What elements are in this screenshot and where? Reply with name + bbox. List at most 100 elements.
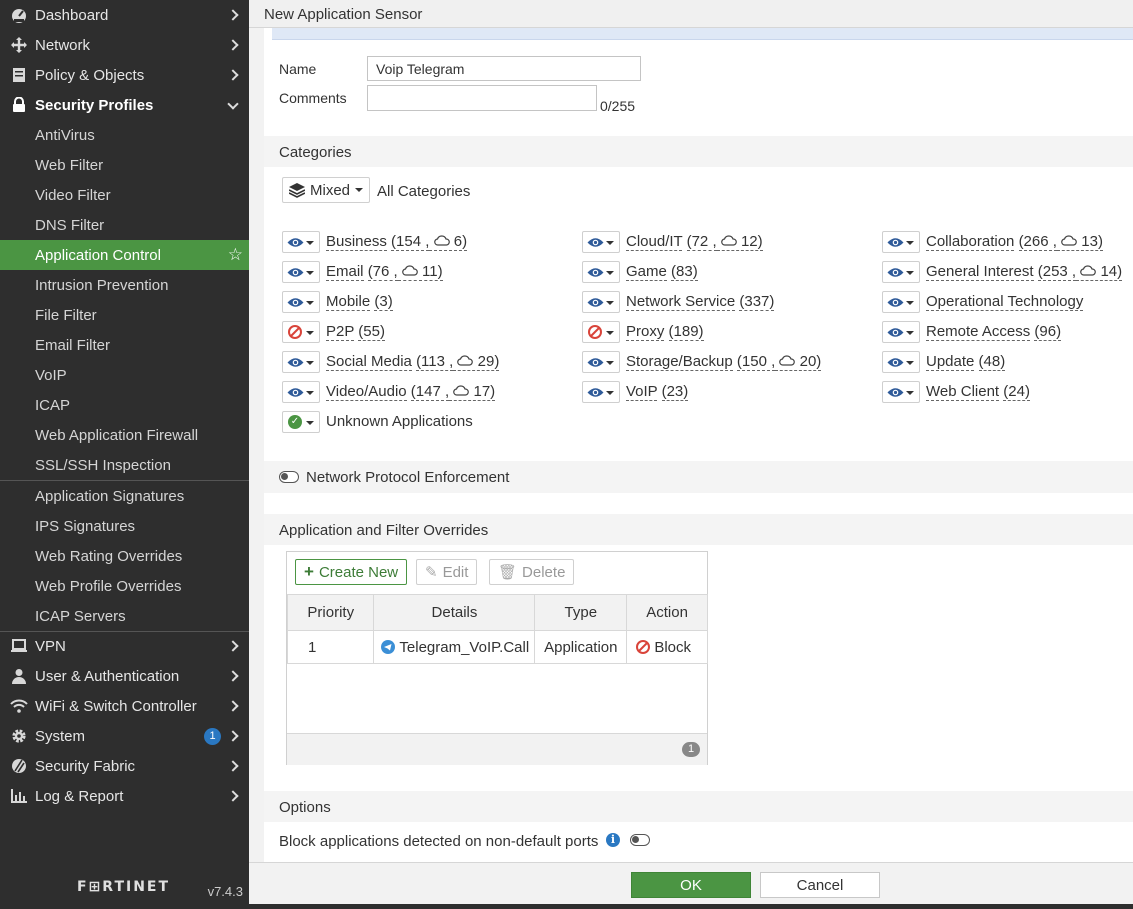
mixed-label: Mixed (310, 181, 351, 199)
nondefault-ports-toggle[interactable] (630, 834, 650, 846)
category-name: Email (326, 263, 364, 281)
chevron-right-icon (227, 640, 239, 652)
nav-icap-servers[interactable]: ICAP Servers (0, 601, 249, 631)
category-action-dropdown[interactable] (282, 261, 320, 283)
category-video-audio[interactable]: Video/Audio (147 , 17) (326, 383, 496, 401)
column-header-priority[interactable]: Priority (286, 594, 375, 631)
column-header-details[interactable]: Details (373, 594, 536, 631)
nav-web-application-firewall[interactable]: Web Application Firewall (0, 420, 249, 450)
name-input[interactable] (367, 56, 641, 81)
category-general-interest[interactable]: General Interest (253 , 14) (926, 263, 1123, 281)
comments-textarea[interactable] (367, 85, 597, 111)
create-new-button[interactable]: + Create New (295, 559, 408, 585)
nav-label: Security Profiles (35, 96, 154, 114)
nav-email-filter[interactable]: Email Filter (0, 330, 249, 360)
nav-security-profiles[interactable]: Security Profiles (0, 90, 249, 120)
category-action-dropdown[interactable] (882, 351, 920, 373)
category-action-dropdown[interactable] (882, 231, 920, 253)
nav-file-filter[interactable]: File Filter (0, 300, 249, 330)
edit-button[interactable]: ✎ Edit (416, 559, 478, 585)
category-operational-technology[interactable]: Operational Technology (926, 293, 1084, 311)
cancel-button[interactable]: Cancel (760, 872, 880, 898)
nav-wifi-switch-controller[interactable]: WiFi & Switch Controller (0, 691, 249, 721)
category-p2p[interactable]: P2P (55) (326, 323, 385, 341)
category-email[interactable]: Email (76 , 11) (326, 263, 443, 281)
category-collaboration[interactable]: Collaboration (266 , 13) (926, 233, 1103, 251)
category-action-dropdown[interactable] (282, 351, 320, 373)
chevron-down-icon (306, 241, 314, 245)
column-header-type[interactable]: Type (534, 594, 628, 631)
category-action-dropdown[interactable] (282, 321, 320, 343)
delete-button[interactable]: 🗑 Delete (489, 559, 575, 585)
eye-icon (587, 237, 604, 247)
category-action-dropdown[interactable] (582, 351, 620, 373)
ok-button[interactable]: OK (631, 872, 751, 898)
category-storage-backup[interactable]: Storage/Backup (150 , 20) (626, 353, 822, 371)
nav-intrusion-prevention[interactable]: Intrusion Prevention (0, 270, 249, 300)
nav-log-report[interactable]: Log & Report (0, 781, 249, 811)
category-web-client[interactable]: Web Client (24) (926, 383, 1030, 401)
category-action-dropdown[interactable] (882, 321, 920, 343)
protocol-enforcement-label: Network Protocol Enforcement (306, 469, 510, 486)
category-action-dropdown[interactable] (582, 381, 620, 403)
column-header-action[interactable]: Action (626, 594, 708, 631)
nav-system[interactable]: System 1 (0, 721, 249, 751)
category-social-media[interactable]: Social Media (113 , 29) (326, 353, 500, 371)
category-action-dropdown[interactable] (882, 291, 920, 313)
table-row[interactable]: 1 Telegram_VoIP.Call Application Block (286, 630, 708, 664)
category-business[interactable]: Business (154 , 6) (326, 233, 468, 251)
nav-ssl-ssh-inspection[interactable]: SSL/SSH Inspection (0, 450, 249, 480)
chevron-right-icon (227, 670, 239, 682)
category-action-dropdown[interactable] (882, 381, 920, 403)
favorite-star-icon[interactable]: ☆ (228, 245, 243, 265)
category-mobile[interactable]: Mobile (3) (326, 293, 393, 311)
wifi-icon (10, 697, 28, 715)
nav-web-filter[interactable]: Web Filter (0, 150, 249, 180)
protocol-enforcement-toggle[interactable] (279, 471, 299, 483)
nav-voip[interactable]: VoIP (0, 360, 249, 390)
category-action-dropdown[interactable] (282, 291, 320, 313)
category-action-dropdown[interactable] (882, 261, 920, 283)
category-network-service[interactable]: Network Service (337) (626, 293, 775, 311)
category-voip[interactable]: VoIP (23) (626, 383, 689, 401)
nav-dns-filter[interactable]: DNS Filter (0, 210, 249, 240)
category-action-dropdown[interactable] (582, 291, 620, 313)
category-action-dropdown[interactable] (582, 321, 620, 343)
trash-icon: 🗑 (498, 564, 518, 581)
nav-application-control[interactable]: Application Control ☆ (0, 240, 249, 270)
nav-user-authentication[interactable]: User & Authentication (0, 661, 249, 691)
category-action-dropdown[interactable]: ✓ (282, 411, 320, 433)
nav-label: Web Application Firewall (35, 426, 199, 444)
category-action-dropdown[interactable] (282, 381, 320, 403)
nav-policy-objects[interactable]: Policy & Objects (0, 60, 249, 90)
category-action-dropdown[interactable] (582, 231, 620, 253)
info-icon[interactable]: i (606, 833, 620, 847)
nav-icap[interactable]: ICAP (0, 390, 249, 420)
nav-web-rating-overrides[interactable]: Web Rating Overrides (0, 541, 249, 571)
category-update[interactable]: Update (48) (926, 353, 1006, 371)
nav-application-signatures[interactable]: Application Signatures (0, 481, 249, 511)
eye-icon (887, 387, 904, 397)
category-count: (3) (374, 293, 393, 311)
chevron-down-icon (606, 391, 614, 395)
chevron-down-icon (906, 391, 914, 395)
nav-video-filter[interactable]: Video Filter (0, 180, 249, 210)
nav-antivirus[interactable]: AntiVirus (0, 120, 249, 150)
category-action-dropdown[interactable] (582, 261, 620, 283)
nav-web-profile-overrides[interactable]: Web Profile Overrides (0, 571, 249, 601)
overrides-panel: + Create New ✎ Edit 🗑 Delete Priority De… (286, 551, 708, 765)
nav-vpn[interactable]: VPN (0, 631, 249, 661)
category-game[interactable]: Game (83) (626, 263, 698, 281)
category-action-dropdown[interactable] (282, 231, 320, 253)
category-count: (189) (668, 323, 704, 341)
category-remote-access[interactable]: Remote Access (96) (926, 323, 1062, 341)
chevron-right-icon (227, 39, 239, 51)
nav-security-fabric[interactable]: Security Fabric (0, 751, 249, 781)
nav-dashboard[interactable]: Dashboard (0, 0, 249, 30)
nav-network[interactable]: Network (0, 30, 249, 60)
category-proxy[interactable]: Proxy (189) (626, 323, 704, 341)
nav-ips-signatures[interactable]: IPS Signatures (0, 511, 249, 541)
category-cloud-it[interactable]: Cloud/IT (72 , 12) (626, 233, 763, 251)
user-icon (10, 667, 28, 685)
mixed-action-dropdown[interactable]: Mixed (282, 177, 371, 203)
